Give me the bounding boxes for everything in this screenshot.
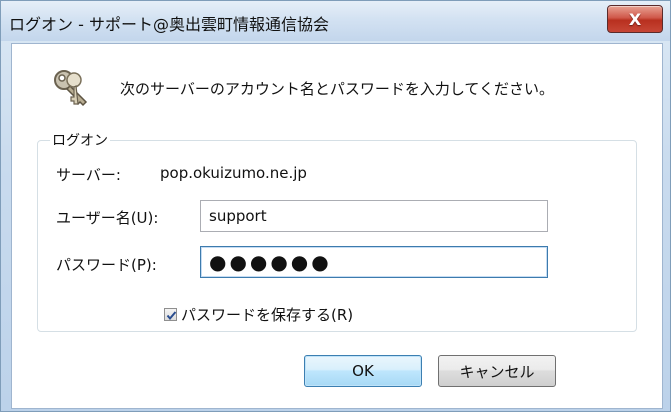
server-value: pop.okuizumo.ne.jp [160, 164, 307, 182]
password-input[interactable]: ●●●●●● [200, 246, 548, 278]
username-label: ユーザー名(U): [56, 209, 159, 227]
password-mask: ●●●●●● [209, 250, 332, 274]
dialog-body: 次のサーバーのアカウント名とパスワードを入力してください。 ログオン サーバー:… [11, 43, 663, 409]
instruction-text: 次のサーバーのアカウント名とパスワードを入力してください。 [120, 80, 554, 98]
close-icon: X [628, 9, 642, 29]
server-label: サーバー: [56, 166, 121, 184]
title-bar[interactable]: ログオン - サポート@奥出雲町情報通信協会 X [1, 1, 670, 41]
password-label: パスワード(P): [56, 256, 157, 274]
username-input[interactable]: support [200, 200, 548, 232]
checkbox-box[interactable] [164, 308, 177, 321]
checkmark-icon [166, 311, 177, 321]
window-title: ログオン - サポート@奥出雲町情報通信協会 [9, 15, 329, 34]
remember-password-checkbox[interactable]: パスワードを保存する(R) [164, 304, 353, 325]
ok-button[interactable]: OK [304, 355, 422, 387]
remember-password-label: パスワードを保存する(R) [181, 306, 354, 324]
close-button[interactable]: X [607, 5, 663, 33]
logon-group-label: ログオン [50, 130, 110, 150]
logon-dialog-window: ログオン - サポート@奥出雲町情報通信協会 X 次のサーバーのアカウント名とパ… [0, 0, 671, 412]
key-icon [54, 70, 88, 107]
cancel-button[interactable]: キャンセル [438, 355, 556, 387]
